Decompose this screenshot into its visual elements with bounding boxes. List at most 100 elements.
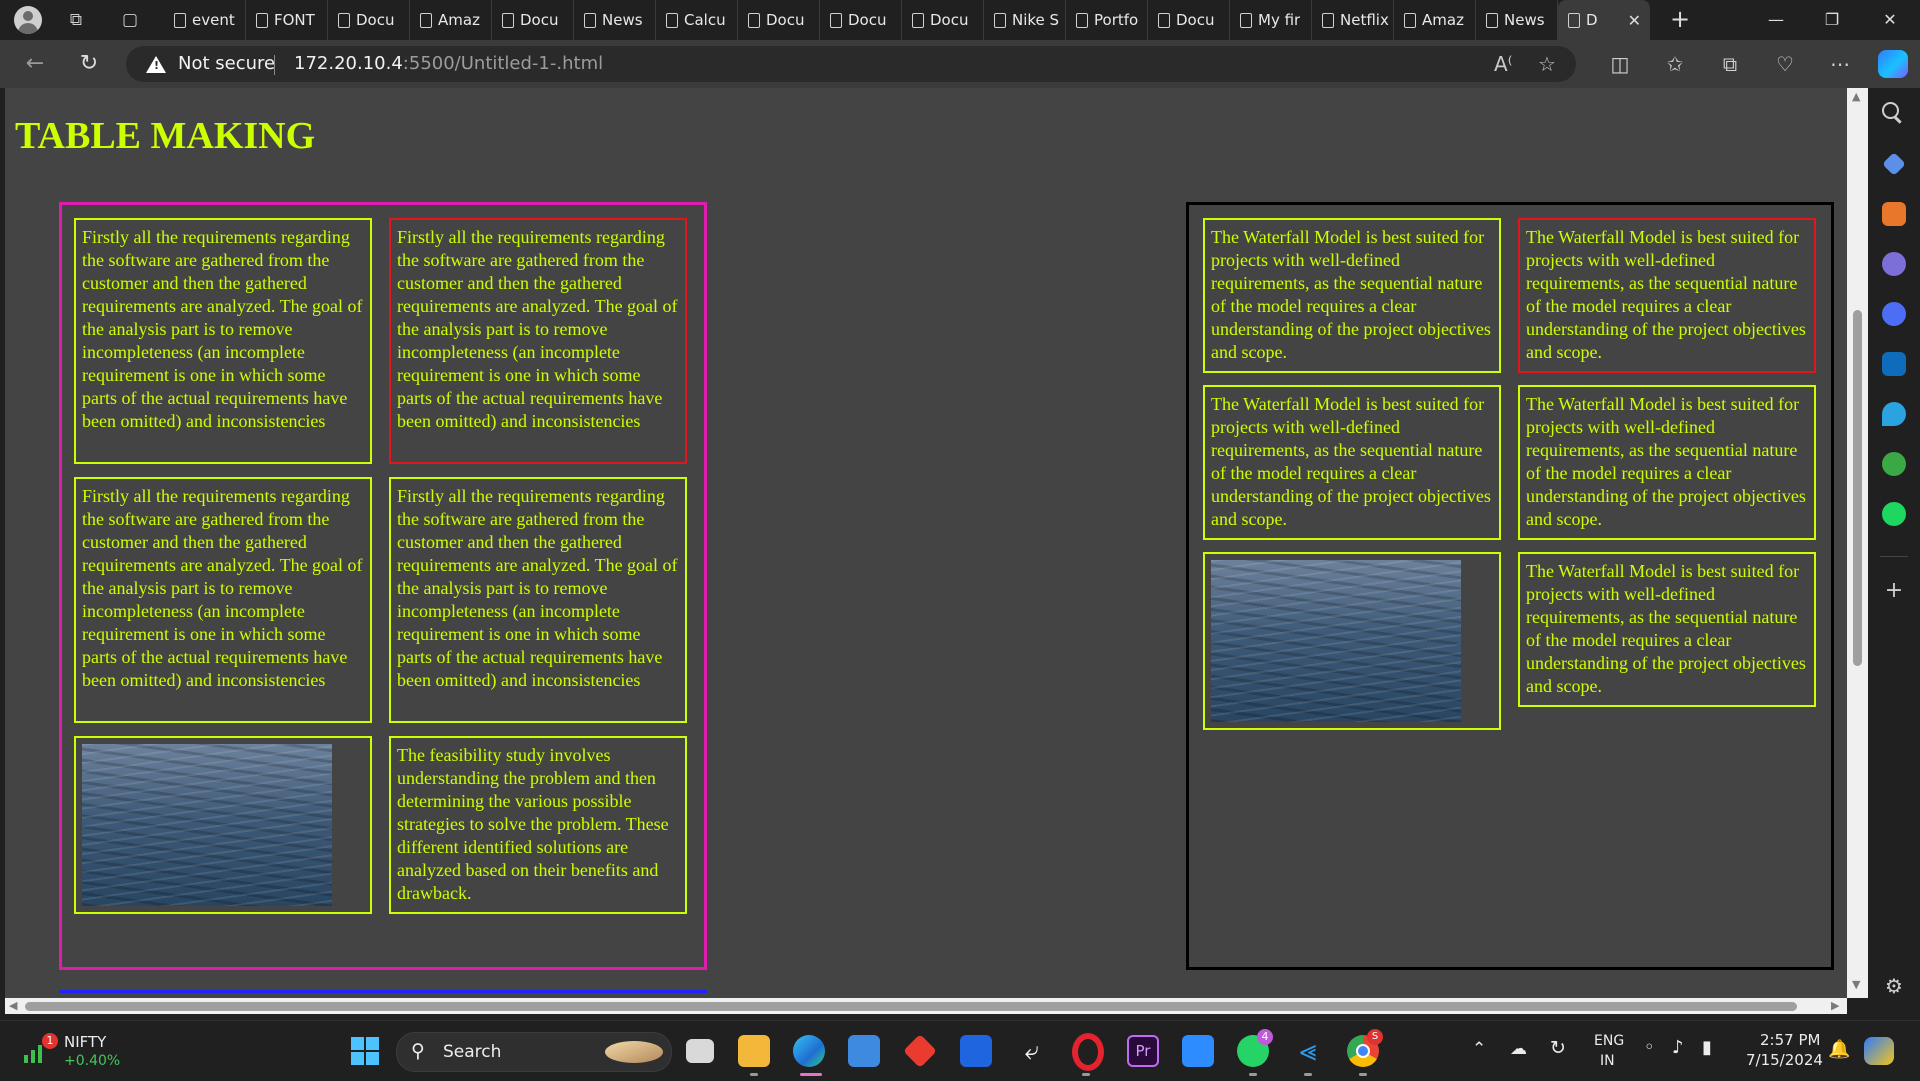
security-label[interactable]: Not secure: [178, 53, 275, 74]
task-view-icon[interactable]: [686, 1039, 714, 1063]
chrome-icon[interactable]: S: [1347, 1029, 1383, 1067]
workspaces-icon[interactable]: ⧉: [64, 8, 88, 32]
zoom-icon[interactable]: [1182, 1035, 1214, 1067]
tab[interactable]: My fir: [1230, 0, 1312, 40]
tab-label: Docu: [848, 11, 887, 29]
onedrive-offline-icon[interactable]: ☁: [1510, 1039, 1527, 1059]
collections-icon[interactable]: ⧉: [1716, 52, 1744, 76]
tab[interactable]: Netflix: [1312, 0, 1394, 40]
stock-name[interactable]: NIFTY: [64, 1033, 106, 1051]
vertical-scrollbar[interactable]: ▲ ▼: [1847, 88, 1868, 998]
scroll-left-icon[interactable]: ◀: [9, 999, 17, 1012]
sidebar-settings-icon[interactable]: ⚙: [1882, 974, 1906, 998]
horizontal-scroll-thumb[interactable]: [25, 1002, 1797, 1011]
tab-label: My fir: [1258, 11, 1301, 29]
tab[interactable]: Amaz: [410, 0, 492, 40]
premiere-pro-icon[interactable]: Pr: [1127, 1035, 1159, 1067]
scroll-down-icon[interactable]: ▼: [1852, 978, 1860, 991]
tab[interactable]: Docu: [738, 0, 820, 40]
tab[interactable]: Docu: [902, 0, 984, 40]
tab-active[interactable]: D ✕: [1558, 0, 1650, 40]
show-hidden-icons-chevron[interactable]: ⌃: [1472, 1039, 1486, 1059]
stock-badge: 1: [42, 1033, 58, 1049]
search-highlight-icon: [605, 1041, 663, 1063]
tab-label: Amaz: [438, 11, 480, 29]
lightning-app-icon[interactable]: ⤶: [1016, 1035, 1048, 1067]
tab[interactable]: News: [1476, 0, 1558, 40]
clock-date[interactable]: 7/15/2024: [1746, 1051, 1823, 1069]
tab-label: Docu: [930, 11, 969, 29]
cell-text: The Waterfall Model is best suited for p…: [1211, 227, 1491, 362]
tab-actions-icon[interactable]: ▢: [118, 8, 142, 32]
battery-icon[interactable]: ▮: [1702, 1037, 1712, 1058]
tab[interactable]: Portfo: [1066, 0, 1148, 40]
favorite-star-icon[interactable]: ☆: [1538, 52, 1556, 76]
minimize-button[interactable]: —: [1748, 0, 1804, 40]
restore-button[interactable]: ❐: [1804, 0, 1860, 40]
notification-bell-icon[interactable]: 🔔: [1828, 1039, 1850, 1060]
tab-label: News: [1504, 11, 1545, 29]
tab[interactable]: event: [164, 0, 246, 40]
tab[interactable]: News: [574, 0, 656, 40]
telegram-icon[interactable]: [1882, 402, 1906, 426]
tab[interactable]: FONT: [246, 0, 328, 40]
games-icon[interactable]: [1882, 252, 1906, 276]
tab[interactable]: Calcu: [656, 0, 738, 40]
favorites-icon[interactable]: ✩: [1661, 52, 1689, 76]
close-tab-icon[interactable]: ✕: [1628, 11, 1641, 30]
url-text[interactable]: 172.20.10.4:5500/Untitled-1-.html: [294, 53, 603, 74]
anydesk-icon[interactable]: [903, 1034, 937, 1068]
split-screen-icon[interactable]: ◫: [1606, 52, 1634, 76]
page-title: TABLE MAKING: [15, 115, 316, 157]
vscode-icon[interactable]: ⪡: [1292, 1035, 1324, 1067]
edge-icon[interactable]: [793, 1035, 825, 1067]
tab[interactable]: Nike S: [984, 0, 1066, 40]
opera-icon[interactable]: [1072, 1033, 1104, 1071]
file-explorer-icon[interactable]: [738, 1035, 770, 1067]
read-aloud-icon[interactable]: A⁽: [1494, 52, 1513, 76]
browser-essentials-icon[interactable]: ♡: [1771, 52, 1799, 76]
sync-icon[interactable]: ↻: [1550, 1037, 1566, 1059]
scroll-right-icon[interactable]: ▶: [1831, 999, 1839, 1012]
sidebar-add-icon[interactable]: +: [1882, 578, 1906, 603]
document-icon: [1076, 12, 1088, 28]
tab[interactable]: Docu: [1148, 0, 1230, 40]
document-icon: [1568, 12, 1580, 28]
language-top[interactable]: ENG: [1594, 1033, 1624, 1049]
mail-icon[interactable]: [848, 1035, 880, 1067]
new-tab-button[interactable]: +: [1666, 6, 1694, 34]
outlook-icon[interactable]: [1882, 352, 1906, 376]
language-bottom[interactable]: IN: [1600, 1053, 1615, 1069]
tab[interactable]: Docu: [328, 0, 410, 40]
whatsapp-icon[interactable]: 4: [1237, 1029, 1273, 1067]
tools-briefcase-icon[interactable]: [1882, 202, 1906, 226]
horizontal-scrollbar[interactable]: ◀ ▶: [5, 998, 1847, 1014]
copilot-taskbar-icon[interactable]: [1864, 1037, 1894, 1065]
shopping-tag-icon[interactable]: [1882, 152, 1906, 176]
address-bar[interactable]: Not secure 172.20.10.4:5500/Untitled-1-.…: [126, 46, 1576, 82]
copilot-sidebar-icon[interactable]: [1882, 302, 1906, 326]
sidebar-search-icon[interactable]: [1882, 102, 1899, 119]
vertical-scroll-thumb[interactable]: [1853, 310, 1862, 666]
start-button[interactable]: [349, 1035, 381, 1067]
more-menu-icon[interactable]: ⋯: [1826, 52, 1854, 76]
refresh-button[interactable]: ↻: [74, 50, 104, 78]
close-window-button[interactable]: ✕: [1862, 0, 1918, 40]
tab[interactable]: Docu: [492, 0, 574, 40]
tab[interactable]: Docu: [820, 0, 902, 40]
taskbar-search[interactable]: ⚲ Search: [396, 1032, 672, 1072]
stock-widget-icon[interactable]: 1: [22, 1033, 58, 1067]
profile-avatar[interactable]: [14, 6, 42, 34]
cell-text: The Waterfall Model is best suited for p…: [1526, 394, 1806, 529]
tree-app-icon[interactable]: [1882, 452, 1906, 476]
scroll-up-icon[interactable]: ▲: [1852, 90, 1860, 103]
copilot-icon[interactable]: [1878, 50, 1908, 78]
tab-label: Amaz: [1422, 11, 1464, 29]
dropbox-icon[interactable]: [960, 1035, 992, 1067]
back-button[interactable]: ←: [20, 50, 50, 78]
spotify-icon[interactable]: [1882, 502, 1906, 526]
volume-icon[interactable]: ♪: [1672, 1037, 1684, 1058]
wifi-icon[interactable]: ◦: [1644, 1037, 1655, 1058]
tab[interactable]: Amaz: [1394, 0, 1476, 40]
clock-time[interactable]: 2:57 PM: [1760, 1031, 1820, 1049]
